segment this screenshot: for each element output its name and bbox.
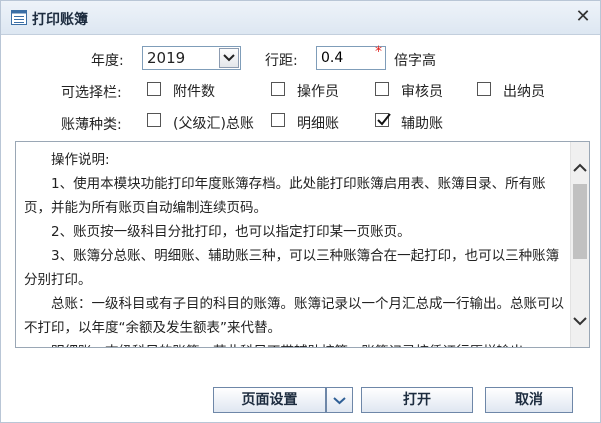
title-bar[interactable]: 打印账簿 ✕ [1, 1, 600, 35]
scroll-down-icon[interactable] [571, 311, 589, 331]
instructions-paragraph: 总账：一级科目或有子目的科目的账簿。账簿记录以一个月汇总成一行输出。总账可以不打… [24, 296, 564, 336]
instructions-paragraph: 明细账：末级科目的账簿，若此科目不带辅助核算，账簿记录按凭证行原样输出。 [24, 340, 564, 347]
ledger-window-icon [11, 10, 27, 25]
ledger-types-label: 账薄种类: [61, 117, 122, 133]
checkbox-auditor-label: 审核员 [401, 84, 443, 100]
instructions-text: 操作说明: 1、使用本模块功能打印年度账簿存档。此处能打印账簿启用表、账簿目录、… [16, 142, 570, 347]
scroll-up-icon[interactable] [571, 158, 589, 178]
checkmark-icon [377, 113, 391, 126]
year-value: 2019 [147, 49, 186, 67]
close-icon[interactable]: ✕ [574, 8, 592, 26]
instructions-paragraph: 3、账簿分总账、明细账、辅助账三种，可以三种账簿合在一起打印，也可以三种账簿分别… [24, 248, 560, 288]
checkbox-general-ledger[interactable] [147, 113, 161, 127]
window-title: 打印账簿 [32, 12, 88, 28]
chevron-down-icon[interactable] [219, 48, 239, 68]
checkbox-detail-ledger-label: 明细账 [297, 116, 339, 132]
instructions-paragraph: 1、使用本模块功能打印年度账簿存档。此处能打印账簿启用表、账簿目录、所有账页，并… [24, 176, 546, 216]
page-setup-dropdown[interactable] [326, 387, 353, 413]
print-button[interactable]: 打开 [361, 387, 473, 413]
instructions-heading: 操作说明: [51, 152, 110, 168]
checkbox-detail-ledger[interactable] [271, 113, 285, 127]
checkbox-auditor[interactable] [375, 82, 389, 96]
optional-columns-label: 可选择栏: [61, 85, 122, 101]
line-spacing-label: 行距: [265, 53, 298, 69]
checkbox-auxiliary-ledger[interactable] [375, 113, 391, 127]
vertical-scrollbar[interactable] [570, 142, 589, 347]
checkbox-cashier[interactable] [477, 82, 491, 96]
instructions-paragraph: 2、账页按一级科目分批打印，也可以指定打印某一页账页。 [51, 224, 411, 240]
checkbox-operator[interactable] [271, 82, 285, 96]
chevron-down-icon [333, 397, 346, 405]
checkbox-attachments-label: 附件数 [173, 84, 215, 100]
instructions-panel[interactable]: 操作说明: 1、使用本模块功能打印年度账簿存档。此处能打印账簿启用表、账簿目录、… [15, 141, 590, 348]
year-label: 年度: [91, 53, 124, 69]
checkbox-attachments[interactable] [147, 82, 161, 96]
line-spacing-unit: 倍字高 [394, 53, 436, 69]
scroll-thumb[interactable] [573, 184, 587, 259]
page-setup-button[interactable]: 页面设置 [213, 387, 326, 413]
print-ledger-dialog: 打印账簿 ✕ 年度: 2019 行距: * 倍字高 可选择栏: 附件数 操作员 … [0, 0, 601, 423]
checkbox-general-ledger-label: (父级汇)总账 [173, 116, 254, 132]
checkbox-cashier-label: 出纳员 [503, 84, 545, 100]
cancel-button[interactable]: 取消 [485, 387, 573, 413]
year-select[interactable]: 2019 [142, 46, 241, 70]
checkbox-operator-label: 操作员 [297, 84, 339, 100]
checkbox-auxiliary-ledger-label: 辅助账 [401, 116, 443, 132]
required-mark: * [375, 44, 382, 60]
